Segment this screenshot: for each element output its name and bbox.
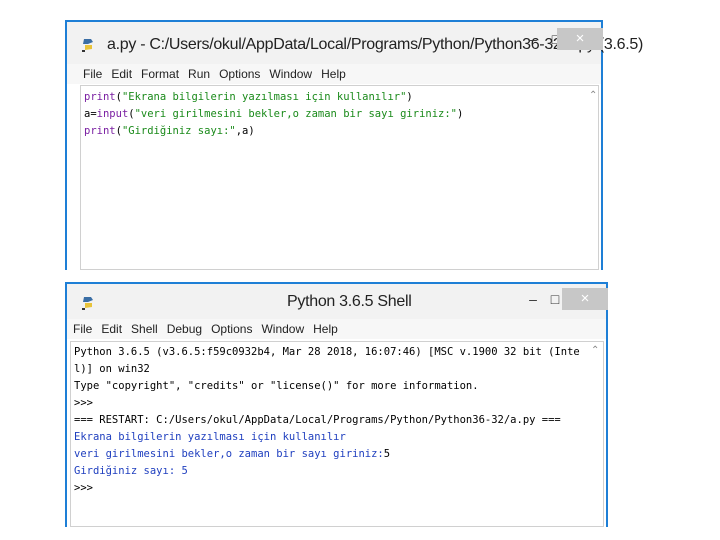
editor-menu-help[interactable]: Help xyxy=(321,64,346,84)
shell-line: Ekrana bilgilerin yazılması için kullanı… xyxy=(74,429,603,446)
idle-python-icon xyxy=(82,39,93,52)
close-icon[interactable]: × xyxy=(562,288,608,310)
shell-line: Girdiğiniz sayı: 5 xyxy=(74,463,603,480)
editor-menu-file[interactable]: File xyxy=(83,64,102,84)
shell-window-title: Python 3.6.5 Shell xyxy=(287,293,412,310)
editor-menu-edit[interactable]: Edit xyxy=(111,64,132,84)
shell-menu-help[interactable]: Help xyxy=(313,319,338,339)
code-token: "Ekrana bilgilerin yazılması için kullan… xyxy=(121,91,407,103)
shell-menu-window[interactable]: Window xyxy=(261,319,304,339)
shell-line: >>> xyxy=(74,395,603,412)
code-token: ) xyxy=(406,91,413,103)
shell-text: Type "copyright", "credits" or "license(… xyxy=(74,380,479,392)
scroll-up-icon[interactable]: ⌃ xyxy=(591,345,599,356)
close-icon[interactable]: × xyxy=(557,28,603,50)
shell-line: l)] on win32 xyxy=(74,361,603,378)
scroll-up-icon[interactable]: ⌃ xyxy=(589,90,597,101)
idle-python-icon xyxy=(82,297,93,310)
minimize-icon[interactable]: – xyxy=(525,288,541,310)
shell-text: Ekrana bilgilerin yazılması için kullanı… xyxy=(74,431,346,443)
shell-text: Python 3.6.5 (v3.6.5:f59c0932b4, Mar 28 … xyxy=(74,346,580,358)
shell-text: l)] on win32 xyxy=(74,363,150,375)
code-token: ) xyxy=(457,108,464,120)
code-token: input xyxy=(96,108,129,120)
shell-output[interactable]: Python 3.6.5 (v3.6.5:f59c0932b4, Mar 28 … xyxy=(70,341,604,527)
shell-line: === RESTART: C:/Users/okul/AppData/Local… xyxy=(74,412,603,429)
shell-menu-edit[interactable]: Edit xyxy=(101,319,122,339)
editor-titlebar[interactable]: a.py - C:/Users/okul/AppData/Local/Progr… xyxy=(67,22,643,68)
code-line: print("Girdiğiniz sayı:",a) xyxy=(84,123,598,140)
shell-text: Girdiğiniz sayı: 5 xyxy=(74,465,188,477)
code-token: "Girdiğiniz sayı:" xyxy=(121,125,236,137)
shell-line: Type "copyright", "credits" or "license(… xyxy=(74,378,603,395)
user-input-text: 5 xyxy=(383,448,391,460)
shell-menubar: File Edit Shell Debug Options Window Help xyxy=(67,319,606,339)
shell-text: >>> xyxy=(74,482,93,494)
editor-menu-window[interactable]: Window xyxy=(269,64,312,84)
editor-window: a.py - C:/Users/okul/AppData/Local/Progr… xyxy=(67,22,643,270)
code-token: print xyxy=(84,91,116,103)
shell-line: veri girilmesini bekler,o zaman bir sayı… xyxy=(74,446,603,463)
shell-line: >>> xyxy=(74,480,603,497)
code-line: print("Ekrana bilgilerin yazılması için … xyxy=(84,89,598,106)
shell-line: Python 3.6.5 (v3.6.5:f59c0932b4, Mar 28 … xyxy=(74,344,603,361)
code-line: a=input("veri girilmesini bekler,o zaman… xyxy=(84,106,598,123)
maximize-icon[interactable]: □ xyxy=(547,288,563,310)
code-token: "veri girilmesini bekler,o zaman bir say… xyxy=(134,108,457,120)
shell-menu-debug[interactable]: Debug xyxy=(167,319,202,339)
shell-text: veri girilmesini bekler,o zaman bir sayı… xyxy=(74,448,384,460)
shell-text: >>> xyxy=(74,397,93,409)
editor-menu-format[interactable]: Format xyxy=(141,64,179,84)
editor-menu-options[interactable]: Options xyxy=(219,64,260,84)
shell-window: Python 3.6.5 Shell – □ × File Edit Shell De… xyxy=(67,284,608,527)
code-token: ,a) xyxy=(235,125,255,137)
minimize-icon[interactable]: – xyxy=(525,28,541,50)
shell-titlebar[interactable]: Python 3.6.5 Shell – □ × xyxy=(67,284,608,320)
shell-menu-options[interactable]: Options xyxy=(211,319,252,339)
shell-menu-shell[interactable]: Shell xyxy=(131,319,158,339)
code-editor[interactable]: print("Ekrana bilgilerin yazılması için … xyxy=(80,85,599,270)
editor-menu-run[interactable]: Run xyxy=(188,64,210,84)
editor-menubar: File Edit Format Run Options Window Help xyxy=(67,64,601,84)
shell-text: === RESTART: C:/Users/okul/AppData/Local… xyxy=(74,414,561,426)
code-token: a= xyxy=(84,108,97,120)
code-token: print xyxy=(84,125,116,137)
shell-menu-file[interactable]: File xyxy=(73,319,92,339)
